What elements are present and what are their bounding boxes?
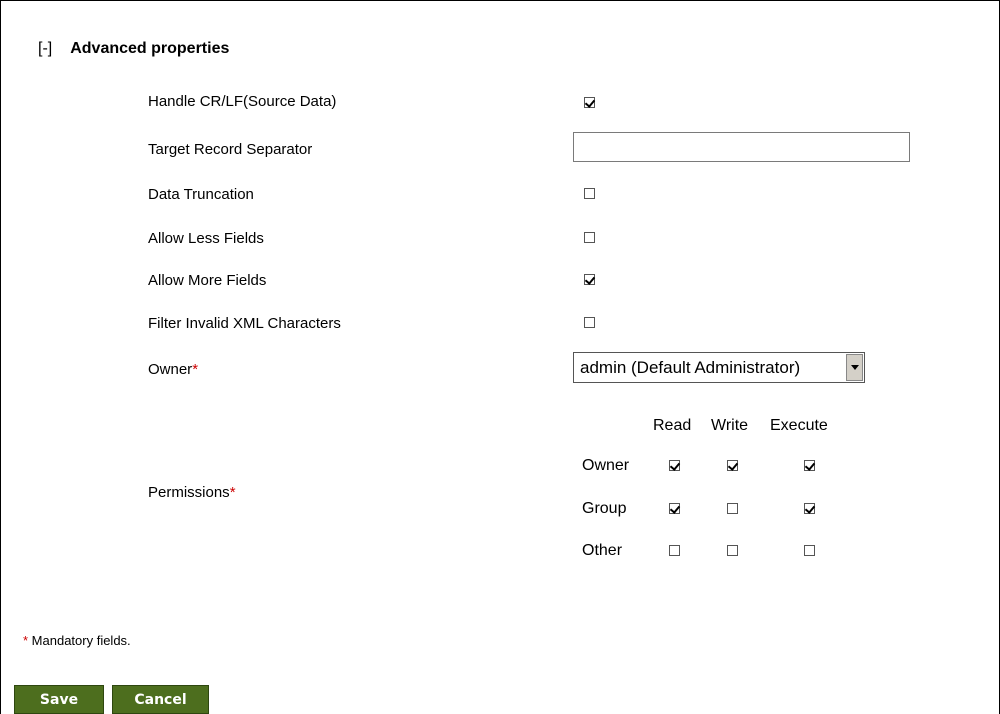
filter-invalid-xml-label: Filter Invalid XML Characters [148,315,341,332]
other-write-checkbox[interactable] [727,545,738,556]
owner-select-value: admin (Default Administrator) [580,357,801,377]
target-record-separator-input[interactable] [573,132,910,162]
collapse-toggle[interactable]: [-] [38,40,52,58]
allow-more-fields-checkbox[interactable] [584,274,595,285]
filter-invalid-xml-checkbox[interactable] [584,317,595,328]
owner-label: Owner* [148,361,198,378]
permissions-label-text: Permissions [148,484,230,501]
allow-less-fields-checkbox[interactable] [584,232,595,243]
group-write-checkbox[interactable] [727,503,738,514]
permissions-label: Permissions* [148,484,236,501]
permissions-row-owner: Owner [582,457,630,474]
permissions-col-execute: Execute [770,417,828,434]
owner-read-checkbox[interactable] [669,460,680,471]
handle-crlf-label: Handle CR/LF(Source Data) [148,93,337,110]
permissions-row-group: Group [582,500,627,517]
permissions-col-write: Write [711,417,749,434]
data-truncation-label: Data Truncation [148,186,254,203]
save-button[interactable]: Save [14,685,104,714]
data-truncation-checkbox[interactable] [584,188,595,199]
section-title: Advanced properties [70,40,230,57]
cancel-button[interactable]: Cancel [112,685,209,714]
group-execute-checkbox[interactable] [804,503,815,514]
owner-select[interactable]: admin (Default Administrator) [573,352,865,383]
permissions-col-read: Read [653,417,692,434]
owner-write-checkbox[interactable] [727,460,738,471]
mandatory-note-text: Mandatory fields. [28,633,131,648]
allow-less-fields-label: Allow Less Fields [148,230,264,247]
section-header: [-] Advanced properties [38,40,229,58]
group-read-checkbox[interactable] [669,503,680,514]
owner-execute-checkbox[interactable] [804,460,815,471]
form-panel: [-] Advanced properties Handle CR/LF(Sou… [0,0,1000,714]
other-read-checkbox[interactable] [669,545,680,556]
allow-more-fields-label: Allow More Fields [148,272,267,289]
target-record-separator-label: Target Record Separator [148,141,313,158]
chevron-down-icon[interactable] [846,354,863,381]
permissions-row-other: Other [582,542,623,559]
mandatory-note: * Mandatory fields. [23,633,131,648]
other-execute-checkbox[interactable] [804,545,815,556]
owner-label-text: Owner [148,361,193,378]
required-marker: * [192,361,199,378]
required-marker: * [229,484,236,501]
handle-crlf-checkbox[interactable] [584,97,595,108]
